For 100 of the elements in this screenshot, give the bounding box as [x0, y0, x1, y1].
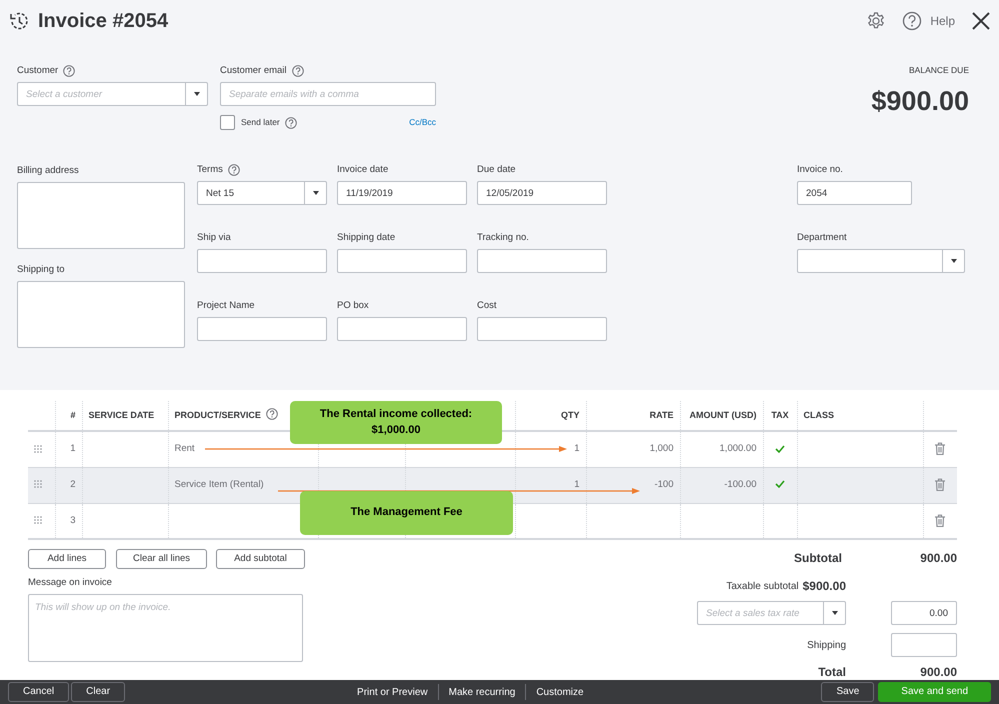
invoice-title: Invoice #2054: [38, 9, 168, 34]
input-field[interactable]: [477, 317, 607, 341]
customer-select[interactable]: Select a customer: [17, 82, 208, 106]
select-field[interactable]: Net 15: [197, 181, 327, 205]
field-label: Invoice date: [337, 163, 388, 177]
field-label: Terms: [197, 163, 223, 177]
input-field[interactable]: [197, 317, 327, 341]
table-cell-text: Service Item (Rental): [174, 478, 264, 490]
tax-cell[interactable]: [763, 431, 797, 467]
table-cell-text: -100: [654, 478, 674, 490]
tax-amount-field[interactable]: 0.00: [891, 601, 957, 625]
footer-link[interactable]: Customize: [526, 684, 594, 700]
history-icon[interactable]: [8, 10, 30, 32]
annotation-callout: The Rental income collected: $1,000.00: [290, 401, 502, 444]
delete-icon[interactable]: [934, 514, 946, 527]
table-cell-text: 1: [574, 478, 580, 490]
column-header: PRODUCT/SERVICE: [174, 410, 261, 420]
cc-bcc-link[interactable]: Cc/Bcc: [409, 116, 436, 129]
drag-handle-icon[interactable]: [34, 444, 42, 453]
close-icon[interactable]: [971, 11, 991, 31]
field-label: Invoice no.: [797, 163, 843, 177]
input-field[interactable]: [477, 249, 607, 273]
field-label: Ship via: [197, 231, 231, 245]
total-label: Total: [818, 664, 846, 680]
taxable-subtotal-value: $900.00: [802, 578, 846, 595]
field-label: Tracking no.: [477, 231, 529, 245]
help-icon[interactable]: [292, 65, 304, 77]
caret-icon: [312, 191, 318, 195]
caret-icon: [832, 611, 838, 615]
checkmark-icon: [775, 444, 785, 454]
input-field[interactable]: [197, 249, 327, 273]
annotation-callout: The Management Fee: [300, 491, 513, 535]
column-header: RATE: [650, 410, 674, 420]
input-field[interactable]: 12/05/2019: [477, 181, 607, 205]
table-cell-text: -100.00: [724, 478, 756, 490]
field-label: Billing address: [17, 164, 79, 178]
input-field[interactable]: 2054: [797, 181, 912, 205]
footer-button[interactable]: Clear: [71, 682, 126, 702]
input-field[interactable]: [337, 249, 467, 273]
field-label: Project Name: [197, 299, 255, 313]
column-header: #: [70, 410, 76, 420]
column-header: TAX: [771, 410, 789, 420]
footer-link[interactable]: Make recurring: [438, 684, 526, 700]
table-cell-text: 1: [574, 443, 580, 454]
input-field[interactable]: 11/19/2019: [337, 181, 467, 205]
table-action-button[interactable]: Clear all lines: [116, 549, 207, 569]
total-value: 900.00: [920, 664, 957, 680]
caret-icon: [194, 92, 200, 96]
footer-link[interactable]: Print or Preview: [347, 684, 438, 700]
footer-button[interactable]: Cancel: [8, 682, 70, 702]
balance-due-amount: $900.00: [871, 86, 969, 116]
delete-icon[interactable]: [934, 442, 946, 456]
message-field[interactable]: This will show up on the invoice.: [28, 594, 303, 662]
address-field[interactable]: [17, 182, 185, 249]
select-field[interactable]: [797, 249, 965, 273]
taxable-subtotal-label: Taxable subtotal: [726, 580, 799, 594]
drag-handle-icon[interactable]: [34, 480, 42, 488]
help-icon[interactable]: [902, 11, 922, 31]
shipping-field[interactable]: [891, 633, 957, 657]
checkbox-label: Send later: [241, 116, 280, 129]
save-button[interactable]: Save: [821, 682, 874, 702]
column-header: AMOUNT (USD): [690, 410, 756, 420]
balance-due-label: BALANCE DUE: [908, 64, 969, 77]
field-label: PO box: [337, 299, 369, 313]
address-field[interactable]: [17, 281, 185, 348]
input-field[interactable]: [337, 317, 467, 341]
shipping-label: Shipping: [807, 638, 846, 652]
table-cell-text: Rent: [174, 443, 195, 454]
help-icon[interactable]: [266, 408, 278, 420]
table-cell-text: 2: [70, 478, 76, 490]
drag-handle-icon[interactable]: [34, 516, 42, 524]
field-label: Customer email: [220, 64, 287, 78]
subtotal-value: 900.00: [920, 550, 957, 567]
help-icon[interactable]: [63, 65, 76, 77]
field-label: Cost: [477, 299, 497, 313]
column-header: CLASS: [804, 410, 834, 420]
table-cell-text: 1,000: [650, 443, 674, 454]
email-field[interactable]: Separate emails with a comma: [220, 82, 436, 106]
help-icon[interactable]: [284, 116, 297, 128]
send-later-checkbox[interactable]: [220, 115, 235, 130]
checkmark-icon: [775, 479, 785, 490]
table-cell-text: 3: [70, 514, 76, 526]
subtotal-label: Subtotal: [794, 550, 842, 567]
field-label: Message on invoice: [28, 576, 113, 590]
tax-cell[interactable]: [763, 467, 797, 503]
help-link[interactable]: Help: [930, 12, 955, 30]
help-icon[interactable]: [228, 164, 240, 176]
field-label: Department: [797, 231, 847, 245]
table-action-button[interactable]: Add lines: [28, 549, 106, 569]
field-label: Customer: [17, 64, 58, 78]
tax-cell[interactable]: [763, 503, 797, 539]
table-cell-text: 1: [70, 443, 76, 454]
table-action-button[interactable]: Add subtotal: [216, 549, 305, 569]
tax-rate-select[interactable]: Select a sales tax rate: [697, 601, 846, 625]
field-label: Due date: [477, 163, 516, 177]
field-label: Shipping date: [337, 231, 396, 245]
delete-icon[interactable]: [934, 478, 946, 491]
column-header: QTY: [560, 410, 580, 420]
caret-icon: [950, 259, 956, 263]
settings-icon[interactable]: [866, 11, 886, 31]
